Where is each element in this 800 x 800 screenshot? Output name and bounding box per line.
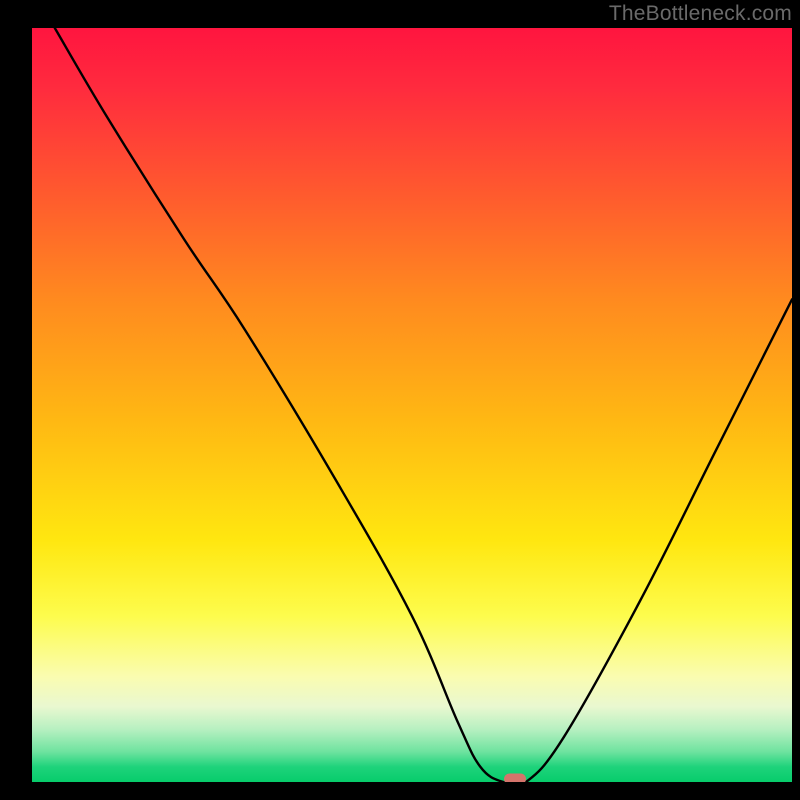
curve-svg [32,28,792,782]
optimal-marker-icon [504,774,526,783]
watermark-text: TheBottleneck.com [609,2,792,26]
bottleneck-curve-path [55,28,792,782]
chart-frame: TheBottleneck.com [0,0,800,800]
plot-area [32,28,792,782]
